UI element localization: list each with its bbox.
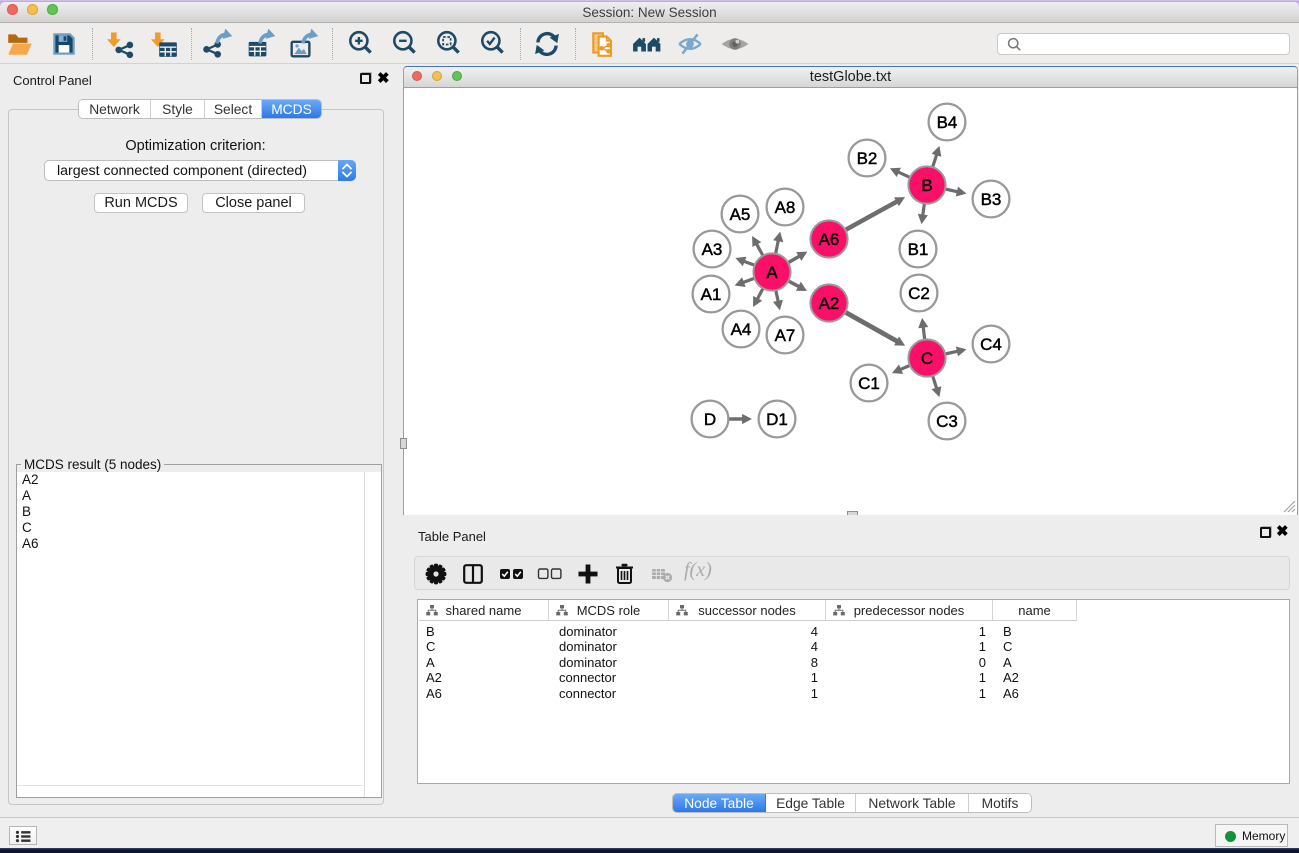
svg-text:B4: B4 [937, 113, 958, 132]
svg-text:C1: C1 [858, 374, 880, 393]
svg-text:C: C [921, 349, 933, 368]
svg-text:A8: A8 [775, 198, 796, 217]
svg-text:B3: B3 [981, 190, 1002, 209]
svg-text:A1: A1 [701, 285, 722, 304]
svg-text:D1: D1 [766, 410, 788, 429]
svg-text:A5: A5 [730, 205, 751, 224]
svg-text:A3: A3 [702, 240, 723, 259]
svg-text:C3: C3 [936, 412, 958, 431]
svg-text:C4: C4 [980, 335, 1002, 354]
svg-text:A6: A6 [819, 230, 840, 249]
svg-text:B2: B2 [857, 149, 878, 168]
svg-text:D: D [704, 410, 716, 429]
svg-text:B1: B1 [908, 240, 929, 259]
svg-text:A4: A4 [731, 320, 752, 339]
svg-text:B: B [921, 176, 932, 195]
svg-text:C2: C2 [908, 284, 930, 303]
svg-text:A2: A2 [819, 294, 840, 313]
svg-text:A: A [766, 263, 778, 282]
svg-text:A7: A7 [775, 326, 796, 345]
